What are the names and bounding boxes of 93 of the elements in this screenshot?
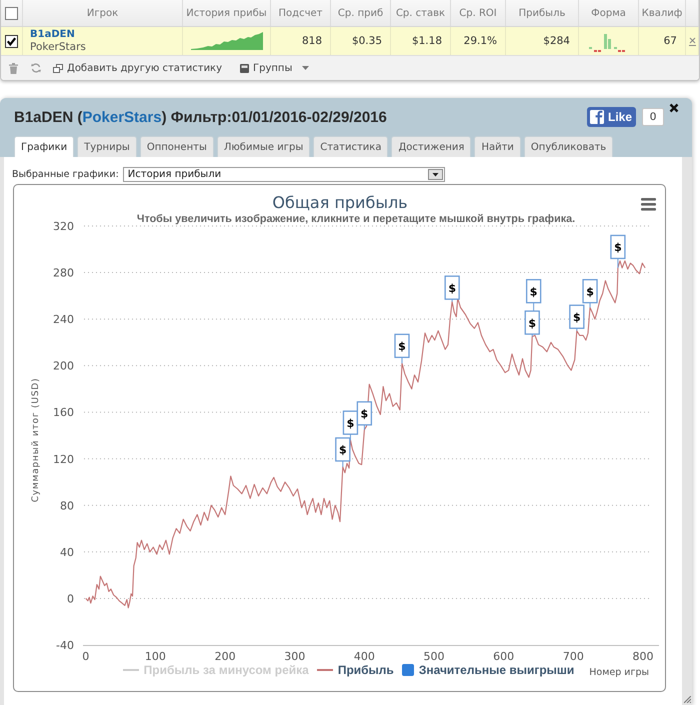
- checkbox[interactable]: [5, 34, 18, 48]
- axis-label: 280: [53, 266, 74, 280]
- line-swatch-icon: [316, 669, 333, 671]
- win-flag: $: [526, 279, 542, 312]
- column-header: Прибыль: [506, 0, 579, 26]
- win-flag: $: [524, 310, 540, 338]
- remove-icon[interactable]: [688, 36, 696, 46]
- legend-item[interactable]: Прибыль: [316, 663, 394, 677]
- column-header: Ср. ставк: [391, 0, 451, 26]
- annotation: $: [530, 285, 538, 298]
- tab[interactable]: Опубликовать: [524, 136, 614, 157]
- axis-label: 700: [562, 650, 584, 662]
- tab[interactable]: Любимые игры: [216, 136, 310, 157]
- win-flag: $: [444, 276, 460, 302]
- tab[interactable]: Графики: [14, 136, 74, 157]
- close-icon[interactable]: [669, 103, 679, 113]
- caret-icon: [302, 66, 310, 70]
- table-cell: 67: [639, 27, 686, 55]
- axis-label: 40: [60, 546, 74, 559]
- column-header: Игрок: [23, 0, 183, 26]
- tab[interactable]: Статистика: [313, 136, 388, 157]
- axis-label: 160: [53, 406, 74, 420]
- line-swatch-icon: [122, 669, 139, 671]
- axis-label: 80: [60, 499, 74, 512]
- resize-grip-icon[interactable]: [684, 696, 691, 703]
- axis-label: 0: [67, 592, 74, 606]
- annotation: $: [448, 282, 456, 295]
- annotation: $: [586, 285, 594, 298]
- player-name-link[interactable]: B1aDEN: [30, 29, 75, 41]
- site-link[interactable]: PokerStars: [82, 108, 162, 126]
- column-header: Квалиф: [639, 0, 686, 26]
- win-flag: $: [394, 334, 410, 364]
- like-button[interactable]: Like: [587, 107, 636, 127]
- axis-label: 120: [53, 452, 74, 466]
- axis-title: Номер игры: [589, 668, 649, 678]
- column-header: Подсчет: [271, 0, 331, 26]
- axis-label: 200: [214, 650, 236, 662]
- caret-icon: [428, 169, 443, 180]
- trash-icon[interactable]: [9, 62, 18, 74]
- like-count: 0: [642, 108, 664, 126]
- win-flag: $: [610, 234, 626, 268]
- column-header: Ср. приб: [331, 0, 391, 26]
- axis-title: Суммарный итог (USD): [31, 378, 41, 502]
- table-cell: $0.35: [331, 27, 391, 55]
- win-flag: $: [342, 410, 358, 441]
- axis-label: 800: [632, 650, 654, 662]
- add-statistics-button[interactable]: Добавить другую статистику: [53, 62, 222, 74]
- annotation: $: [614, 241, 622, 254]
- annotation: $: [360, 408, 368, 421]
- logo-icon: [590, 110, 604, 124]
- groups-button[interactable]: Группы: [240, 62, 310, 74]
- table-cell: $1.18: [391, 27, 451, 55]
- axis-label: 300: [284, 650, 306, 662]
- column-header: Форма: [579, 0, 639, 26]
- annotation: $: [346, 416, 354, 430]
- tab[interactable]: Турниры: [77, 136, 137, 157]
- axis-label: 100: [144, 650, 166, 662]
- profit-sparkline: [191, 32, 263, 50]
- win-flag: $: [335, 437, 350, 468]
- axis-label: 0: [82, 650, 90, 662]
- tab[interactable]: Достижения: [391, 136, 472, 157]
- tab[interactable]: Оппоненты: [140, 136, 214, 157]
- annotation: $: [528, 316, 536, 330]
- axis-label: 200: [53, 360, 74, 373]
- chart-title: Общая прибыль: [272, 193, 408, 212]
- win-flag: $: [569, 304, 584, 332]
- axis-label: 400: [354, 650, 375, 662]
- axis-label: 600: [493, 650, 514, 662]
- axis-label: 320: [53, 220, 74, 233]
- checkbox[interactable]: [5, 6, 18, 20]
- column-header: Ср. ROI: [451, 0, 506, 26]
- table-cell: $284: [506, 27, 579, 55]
- site-name: PokerStars: [30, 41, 86, 53]
- axis-label: -40: [56, 639, 74, 652]
- window-icon: [53, 64, 63, 72]
- chart-hint: Чтобы увеличить изображение, кликните и перетащите мышкой внутрь графика.: [136, 213, 576, 225]
- chart-select-label: Выбранные графики:: [12, 169, 119, 180]
- axis-label: 240: [53, 313, 74, 326]
- legend-item[interactable]: Значительные выигрыши: [402, 663, 574, 677]
- win-flag: $: [356, 401, 372, 430]
- table-cell: 29.1%: [451, 27, 506, 55]
- table-cell: 818: [271, 27, 331, 55]
- annotation: $: [338, 444, 347, 457]
- menu-icon[interactable]: [641, 198, 656, 211]
- axis-label: 500: [424, 650, 445, 662]
- chart-select[interactable]: История прибыли: [122, 167, 445, 182]
- tab[interactable]: Найти: [474, 136, 521, 157]
- annotation: $: [572, 310, 581, 324]
- panel-title: B1aDEN (PokerStars) Фильтр:01/01/2016-02/29/2016: [14, 108, 387, 126]
- annotation: $: [398, 340, 406, 354]
- column-header: История прибы: [183, 0, 271, 26]
- win-flag: $: [582, 279, 598, 308]
- refresh-icon[interactable]: [31, 63, 41, 73]
